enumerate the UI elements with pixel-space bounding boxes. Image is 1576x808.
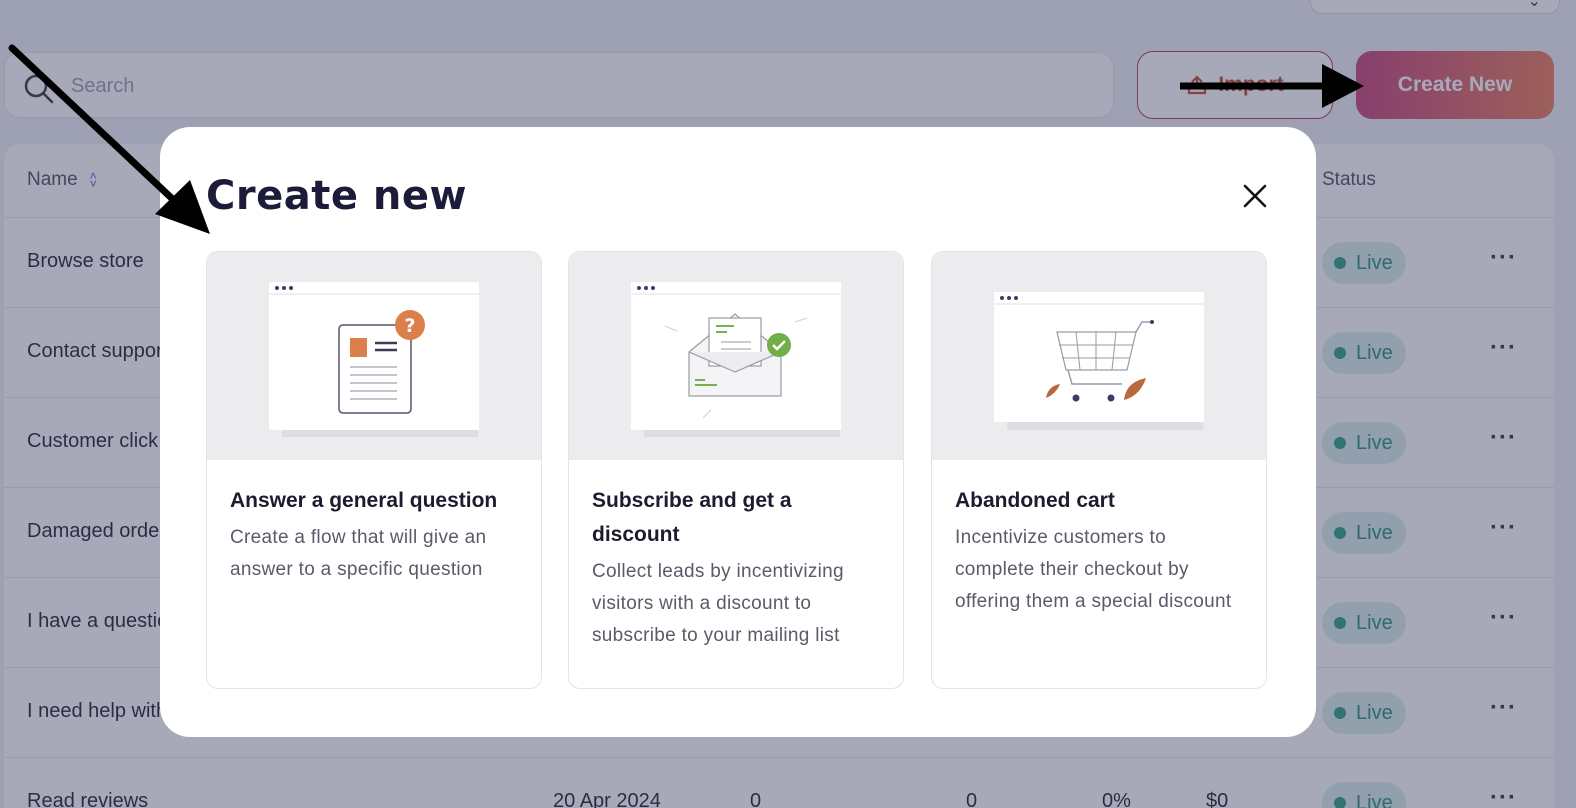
shopping-cart-illustration (932, 252, 1266, 460)
modal-title: Create new (206, 173, 467, 219)
close-icon[interactable] (1238, 179, 1272, 213)
create-new-modal: Create new ? Answer a general question C… (160, 127, 1316, 737)
card-description: Create a flow that will give an answer t… (230, 527, 487, 580)
envelope-check-illustration (569, 252, 903, 460)
card-title: Abandoned cart (955, 489, 1115, 512)
card-description: Incentivize customers to complete their … (955, 527, 1232, 612)
card-title: Answer a general question (230, 489, 498, 512)
card-title: Subscribe and get a discount (592, 489, 792, 546)
card-description: Collect leads by incentivizing visitors … (592, 561, 844, 646)
template-card-subscribe-discount[interactable]: Subscribe and get a discount Collect lea… (568, 251, 904, 689)
template-card-general-question[interactable]: ? Answer a general question Create a flo… (206, 251, 542, 689)
svg-text:?: ? (404, 315, 415, 337)
document-question-illustration: ? (207, 252, 541, 460)
template-card-abandoned-cart[interactable]: Abandoned cart Incentivize customers to … (931, 251, 1267, 689)
